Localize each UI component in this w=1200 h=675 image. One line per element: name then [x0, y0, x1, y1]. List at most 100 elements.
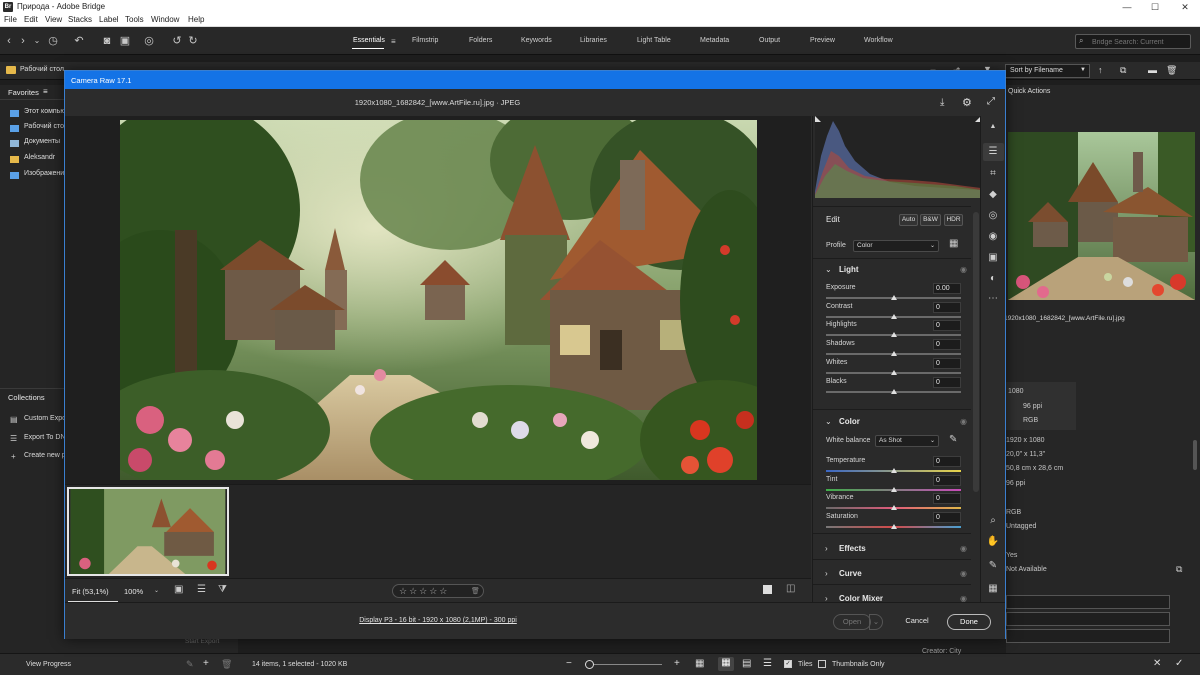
zoom-fit-button[interactable]: Fit (53,1%) — [72, 587, 109, 596]
done-button[interactable]: Done — [947, 614, 991, 630]
slider-value-field[interactable]: 0 — [933, 320, 961, 332]
slider-value-field[interactable]: 0 — [933, 456, 961, 467]
slider-handle[interactable] — [890, 524, 897, 530]
edit-scrollbar[interactable] — [973, 212, 979, 492]
before-after-icon[interactable]: ◫ — [786, 583, 795, 594]
rotate-left-icon[interactable]: ↺ — [170, 34, 184, 48]
slider-handle[interactable] — [890, 351, 897, 357]
eye-icon[interactable]: ◉ — [960, 417, 967, 426]
image-canvas[interactable] — [65, 116, 811, 484]
tab-libraries[interactable]: Libraries — [580, 37, 607, 44]
hdr-button[interactable]: HDR — [944, 214, 963, 226]
open-recent-icon[interactable]: ⧉ — [1120, 65, 1126, 76]
maximize-button[interactable]: ☐ — [1148, 1, 1162, 13]
menu-stacks[interactable]: Stacks — [68, 15, 92, 24]
red-eye-icon[interactable]: ◉ — [986, 230, 1000, 244]
slider-handle[interactable] — [890, 505, 897, 511]
minimize-button[interactable]: — — [1120, 1, 1134, 13]
open-options-button[interactable]: ⌄ — [869, 614, 883, 630]
auto-button[interactable]: Auto — [899, 214, 918, 226]
menu-edit[interactable]: Edit — [24, 15, 38, 24]
slider-handle[interactable] — [890, 295, 897, 300]
tab-collections[interactable]: Collections — [8, 393, 45, 402]
slider-handle[interactable] — [890, 468, 897, 473]
tab-folders[interactable]: Folders — [469, 37, 492, 44]
tab-keywords[interactable]: Keywords — [521, 37, 552, 44]
section-light[interactable]: ⌄ Light ◉ — [813, 261, 971, 279]
slider-value-field[interactable]: 0.00 — [933, 283, 961, 294]
masking-icon[interactable]: ◎ — [986, 209, 1000, 223]
tab-essentials[interactable]: Essentials — [353, 37, 385, 44]
slider-handle[interactable] — [890, 332, 897, 338]
slider-handle[interactable] — [890, 313, 897, 319]
view-thumbnails-icon[interactable]: ▦ — [718, 657, 734, 671]
gear-icon[interactable]: ⚙ — [962, 96, 972, 109]
section-color[interactable]: ⌄ Color ◉ — [813, 413, 971, 431]
refine-icon[interactable]: ▣ — [118, 34, 132, 48]
metadata-field[interactable] — [1006, 612, 1170, 626]
sort-icon[interactable]: ☰ — [197, 584, 206, 595]
open-button[interactable]: Open — [833, 614, 871, 630]
favorite-item[interactable]: Aleksandr — [24, 154, 55, 161]
slider-value-field[interactable]: 0 — [933, 512, 961, 524]
slider-value-field[interactable]: 0 — [933, 339, 961, 351]
external-link-icon[interactable]: ⧉ — [1176, 564, 1182, 575]
menu-file[interactable]: File — [4, 15, 17, 24]
crop-icon[interactable]: ⌗ — [986, 167, 1000, 181]
camera-icon[interactable]: ◙ — [100, 34, 114, 48]
favorite-item[interactable]: Изображения — [24, 170, 68, 177]
menu-help[interactable]: Help — [188, 15, 204, 24]
eyedropper-icon[interactable]: ✎ — [949, 434, 957, 445]
hand-icon[interactable]: ✋ — [986, 535, 1000, 549]
metadata-field[interactable] — [1006, 595, 1170, 609]
slider-value-field[interactable]: 0 — [933, 493, 961, 505]
delete-icon[interactable]: 🗑 — [471, 587, 480, 595]
scrollbar-thumb[interactable] — [1193, 440, 1197, 470]
white-balance-dropdown[interactable]: As Shot ⌄ — [875, 435, 939, 447]
new-folder-icon[interactable]: ▬ — [1148, 65, 1157, 75]
slider-handle[interactable] — [890, 369, 897, 375]
slider-value-field[interactable]: 0 — [933, 376, 961, 388]
menu-window[interactable]: Window — [151, 15, 179, 24]
search-input[interactable] — [1092, 37, 1188, 47]
slider-value-field[interactable]: 0 — [933, 301, 961, 313]
grid-lock-icon[interactable]: ▦ — [695, 658, 704, 669]
add-icon[interactable]: + — [203, 658, 209, 669]
metadata-field[interactable] — [1006, 629, 1170, 643]
favorite-item[interactable]: Рабочий стол — [24, 123, 68, 130]
zoom-icon[interactable]: ⌕ — [986, 514, 1000, 528]
eye-icon[interactable]: ◉ — [960, 569, 967, 578]
slider-handle[interactable] — [890, 486, 897, 492]
tiles-checkbox[interactable]: ✓ — [784, 660, 792, 668]
close-window-button[interactable]: ✕ — [1178, 1, 1192, 13]
slider-handle[interactable] — [585, 660, 594, 669]
forward-icon[interactable]: › — [16, 34, 30, 48]
filmstrip-toggle-icon[interactable] — [763, 585, 772, 594]
tab-metadata[interactable]: Metadata — [700, 37, 729, 44]
cancel-button[interactable]: Cancel — [897, 614, 937, 630]
sort-dropdown[interactable]: Sort by Filename ▼ — [1005, 64, 1090, 78]
delete-icon[interactable]: 🗑 — [221, 659, 232, 670]
tab-favorites[interactable]: Favorites — [8, 88, 39, 97]
presets-icon[interactable]: ▣ — [986, 251, 1000, 265]
workflow-options-link[interactable]: Display P3 - 16 bit - 1920 x 1080 (2,1MP… — [65, 617, 811, 624]
tab-output[interactable]: Output — [759, 37, 780, 44]
eye-icon[interactable]: ◉ — [960, 544, 967, 553]
tab-light-table[interactable]: Light Table — [637, 37, 671, 44]
chevron-down-icon[interactable]: ⌄ — [154, 587, 159, 594]
workspace-menu-icon[interactable]: ≡ — [391, 37, 396, 46]
eye-icon[interactable]: ◉ — [960, 265, 967, 274]
edit-sliders-icon[interactable]: ☰ — [986, 145, 1000, 159]
save-image-icon[interactable]: ⤓ — [940, 97, 944, 108]
thumbnail-size-slider[interactable] — [588, 664, 662, 665]
rating-stars[interactable]: ☆☆☆☆☆ — [399, 586, 449, 597]
healing-icon[interactable]: ◆ — [986, 188, 1000, 202]
zoom-in-icon[interactable]: + — [674, 658, 680, 669]
chevron-down-icon[interactable]: ⌄ — [30, 34, 44, 48]
section-effects[interactable]: › Effects ◉ — [813, 540, 971, 558]
bw-button[interactable]: B&W — [920, 214, 941, 226]
cancel-icon[interactable]: ✕ — [1153, 658, 1161, 669]
profile-browser-icon[interactable]: ▦ — [949, 238, 958, 249]
quick-actions-tab[interactable]: Quick Actions — [1008, 88, 1050, 95]
thumbnails-only-checkbox[interactable] — [818, 660, 826, 668]
